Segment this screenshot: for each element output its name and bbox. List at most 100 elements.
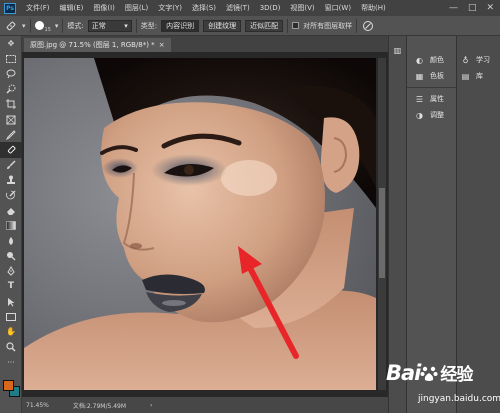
dodge-tool-icon[interactable] [0, 249, 22, 264]
panel-adjustments[interactable]: ◑ 调整 [407, 107, 456, 123]
portrait-photo [24, 58, 376, 390]
panel-learn-label: 学习 [476, 56, 490, 64]
menubar: Ps 文件(F) 编辑(E) 图像(I) 图层(L) 文字(Y) 选择(S) 滤… [0, 0, 500, 16]
divider [135, 18, 137, 33]
panel-library-label: 库 [476, 72, 483, 80]
foreground-color-swatch[interactable] [3, 380, 14, 391]
menu-type[interactable]: 文字(Y) [153, 3, 187, 13]
watermark-brand-text: Bai [386, 361, 421, 385]
maximize-button[interactable]: □ [468, 3, 477, 13]
swatches-icon: ▦ [415, 71, 424, 81]
chevron-down-icon: ▾ [124, 21, 128, 30]
zoom-level[interactable]: 71.45% [26, 402, 49, 409]
mode-value: 正常 [91, 21, 106, 30]
marquee-tool-icon[interactable] [0, 51, 22, 66]
panel-swatches-label: 色板 [430, 72, 444, 80]
rectangle-tool-icon[interactable] [0, 309, 22, 324]
zoom-tool-icon[interactable] [0, 340, 22, 355]
divider [407, 87, 456, 88]
quick-selection-tool-icon[interactable] [0, 82, 22, 97]
panel-adjustments-label: 调整 [430, 111, 444, 119]
history-icon[interactable]: ▥ [393, 46, 402, 55]
vertical-scrollbar[interactable] [378, 58, 386, 390]
more-tools-icon[interactable]: ··· [0, 355, 22, 370]
move-tool-icon[interactable]: ✥ [0, 36, 22, 51]
gradient-tool-icon[interactable] [0, 218, 22, 233]
menu-filter[interactable]: 滤镜(T) [221, 3, 255, 13]
document-tab[interactable]: 原图.jpg @ 71.5% (图层 1, RGB/8*) * × [24, 38, 171, 52]
properties-icon: ☰ [415, 94, 424, 104]
close-button[interactable]: ✕ [486, 3, 494, 13]
color-swatches [3, 376, 21, 398]
menu-3d[interactable]: 3D(D) [255, 4, 286, 12]
create-texture-button[interactable]: 创建纹理 [203, 19, 242, 32]
history-brush-tool-icon[interactable] [0, 188, 22, 203]
eraser-tool-icon[interactable] [0, 203, 22, 218]
eyedropper-tool-icon[interactable] [0, 127, 22, 142]
menu-view[interactable]: 视图(V) [285, 3, 319, 13]
learn-icon: ♁ [462, 55, 469, 65]
window-controls: — □ ✕ [449, 3, 500, 13]
panel-library[interactable]: ▤ 库 [457, 68, 500, 84]
type-tool-icon[interactable]: T [0, 279, 22, 294]
hand-tool-icon[interactable]: ✋ [0, 325, 22, 340]
divider [356, 18, 358, 33]
menu-layer[interactable]: 图层(L) [120, 3, 153, 13]
color-icon: ◐ [416, 55, 423, 65]
menu-help[interactable]: 帮助(H) [356, 3, 391, 13]
scrollbar-thumb[interactable] [379, 188, 385, 278]
paw-icon [420, 366, 438, 381]
adjustments-icon: ◑ [416, 110, 423, 120]
brush-tool-icon[interactable] [0, 158, 22, 173]
spot-healing-brush-tool-icon[interactable] [0, 142, 22, 158]
crop-tool-icon[interactable] [0, 97, 22, 112]
healing-brush-tool-icon[interactable] [4, 19, 18, 33]
proximity-match-button[interactable]: 近似匹配 [245, 19, 284, 32]
chevron-right-icon[interactable]: › [150, 402, 152, 409]
menu-select[interactable]: 选择(S) [187, 3, 221, 13]
panel-swatches[interactable]: ▦ 色板 [407, 68, 456, 84]
document-canvas-image[interactable] [24, 58, 376, 390]
panel-properties-label: 属性 [430, 95, 444, 103]
mode-select[interactable]: 正常 ▾ [87, 19, 132, 32]
watermark-brand-cn: 经验 [440, 365, 473, 385]
tools-panel: ✥ T ✋ ··· [0, 36, 22, 413]
menu-window[interactable]: 窗口(W) [320, 3, 356, 13]
clone-stamp-tool-icon[interactable] [0, 173, 22, 188]
type-label: 类型: [140, 21, 158, 30]
library-icon: ▤ [461, 71, 470, 81]
panel-learn[interactable]: ♁ 学习 [457, 52, 500, 68]
pen-tool-icon[interactable] [0, 264, 22, 279]
document-tab-title: 原图.jpg @ 71.5% (图层 1, RGB/8*) * [30, 41, 155, 49]
path-selection-tool-icon[interactable] [0, 294, 22, 309]
tool-preset-dropdown-icon[interactable]: ▾ [22, 22, 26, 30]
menu-file[interactable]: 文件(F) [21, 3, 55, 13]
brush-preview-icon[interactable] [34, 21, 44, 30]
content-aware-button[interactable]: 内容识别 [161, 19, 200, 32]
lasso-tool-icon[interactable] [0, 66, 22, 81]
sample-all-layers-checkbox[interactable] [292, 22, 300, 29]
options-bar: ▾ 15 ▾ 模式: 正常 ▾ 类型: 内容识别 创建纹理 近似匹配 对所有图层… [0, 16, 500, 36]
document-info[interactable]: 文档:2.79M/5.49M [73, 401, 126, 410]
divider [62, 18, 64, 33]
blur-tool-icon[interactable] [0, 233, 22, 248]
watermark-url: jingyan.baidu.com [418, 394, 500, 404]
panel-color-label: 颜色 [430, 56, 444, 64]
minimize-button[interactable]: — [449, 3, 458, 13]
watermark-brand: Bai 经验 [386, 360, 473, 385]
mode-label: 模式: [67, 21, 84, 30]
menu-image[interactable]: 图像(I) [88, 3, 120, 13]
baidu-jingyan-watermark: Bai 经验 jingyan.baidu.com [380, 352, 500, 410]
frame-tool-icon[interactable] [0, 112, 22, 127]
menu-edit[interactable]: 编辑(E) [55, 3, 89, 13]
panel-color[interactable]: ◐ 颜色 [407, 52, 456, 68]
divider [29, 18, 31, 33]
photoshop-logo: Ps [4, 2, 16, 14]
close-tab-icon[interactable]: × [159, 41, 165, 49]
panel-properties[interactable]: ☰ 属性 [407, 91, 456, 107]
divider [287, 18, 289, 33]
brush-size-value: 15 [44, 26, 51, 33]
brush-dropdown-icon[interactable]: ▾ [55, 22, 59, 30]
pressure-size-icon[interactable] [361, 19, 375, 33]
status-bar: 71.45% 文档:2.79M/5.49M › [22, 397, 388, 413]
